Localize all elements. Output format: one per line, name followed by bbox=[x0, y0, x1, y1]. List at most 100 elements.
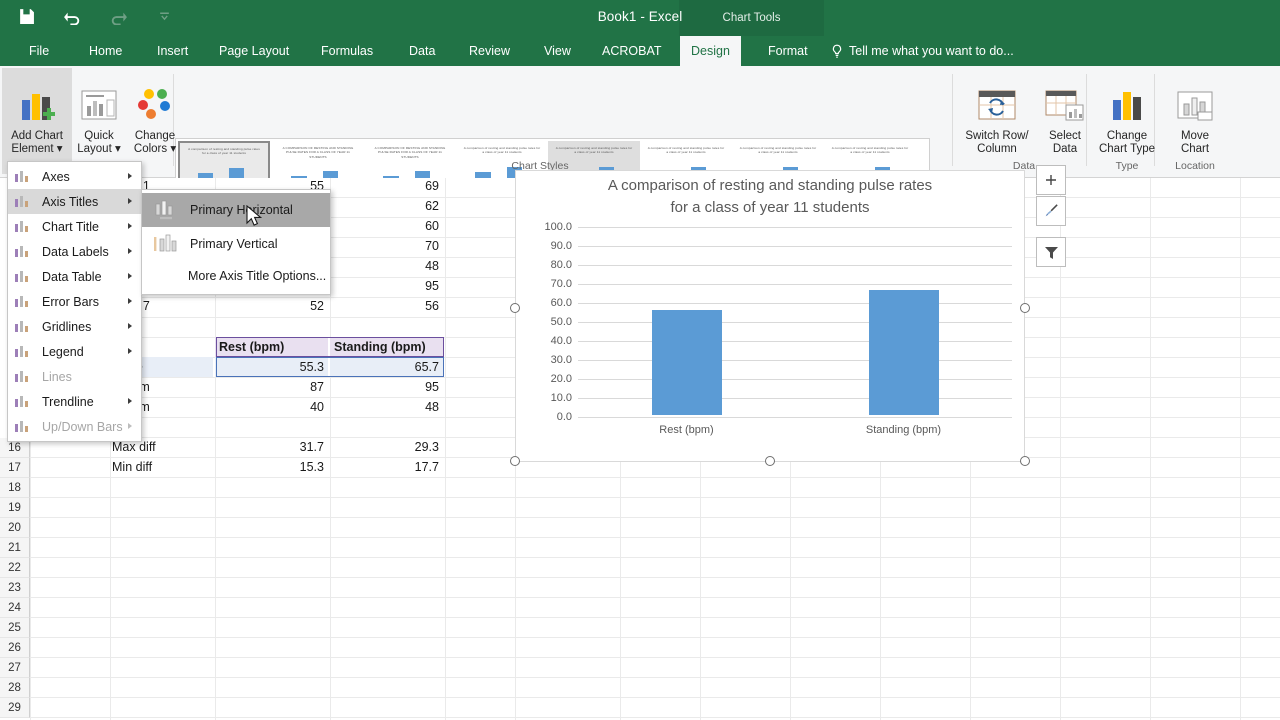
row-header-23[interactable]: 23 bbox=[0, 578, 30, 598]
submenu-chevron-right-icon bbox=[128, 298, 132, 304]
cell[interactable]: 69 bbox=[330, 178, 443, 196]
add-chart-element-button[interactable]: Add Chart Element ▾ bbox=[2, 68, 72, 174]
x-axis-category-label: Standing (bpm) bbox=[865, 424, 942, 436]
row-header-18[interactable]: 18 bbox=[0, 478, 30, 498]
cell[interactable]: 56 bbox=[330, 296, 443, 316]
cell[interactable]: 62 bbox=[330, 196, 443, 216]
tab-insert[interactable]: Insert bbox=[146, 36, 199, 66]
submenu-chevron-right-icon bbox=[128, 173, 132, 179]
chart-filters-funnel-icon[interactable] bbox=[1036, 237, 1066, 267]
grid-row-line bbox=[30, 497, 1280, 498]
tab-acrobat[interactable]: ACROBAT bbox=[591, 36, 673, 66]
menu-item-gridlines[interactable]: Gridlines bbox=[8, 314, 141, 339]
row-header-28[interactable]: 28 bbox=[0, 678, 30, 698]
menu-item-label: Up/Down Bars bbox=[42, 419, 123, 434]
move-chart-button[interactable]: Move Chart bbox=[1160, 68, 1230, 174]
chart-elements-button[interactable] bbox=[1036, 165, 1066, 195]
x-axis-category-label: Rest (bpm) bbox=[659, 424, 714, 436]
menu-item-axis-titles[interactable]: Axis Titles bbox=[8, 189, 141, 214]
cell[interactable]: 29.3 bbox=[330, 437, 443, 457]
change-colors-button-label-line1: Change bbox=[134, 130, 176, 142]
primary-horizontal-icon bbox=[150, 198, 184, 222]
chart-title-line-2: for a class of year 11 students bbox=[670, 199, 870, 216]
menu-item-label: Legend bbox=[42, 344, 84, 359]
cell[interactable]: 95 bbox=[330, 377, 443, 397]
tab-view[interactable]: View bbox=[533, 36, 582, 66]
menu-item-label: Gridlines bbox=[42, 319, 92, 334]
chart-handle-bottom-right[interactable] bbox=[1020, 456, 1030, 466]
menu-item-legend[interactable]: Legend bbox=[8, 339, 141, 364]
cell[interactable]: 95 bbox=[330, 276, 443, 296]
row-header-19[interactable]: 19 bbox=[0, 498, 30, 518]
row-header-17[interactable]: 17 bbox=[0, 458, 30, 478]
chart-styles-paintbrush-icon[interactable] bbox=[1036, 196, 1066, 226]
chart-gridline bbox=[578, 227, 1012, 228]
tab-home[interactable]: Home bbox=[78, 36, 133, 66]
tab-formulas[interactable]: Formulas bbox=[310, 36, 384, 66]
row-header-21[interactable]: 21 bbox=[0, 538, 30, 558]
axis-titles-submenu[interactable]: Primary Horizontal Primary Vertical More A… bbox=[141, 189, 331, 295]
row-header-27[interactable]: 27 bbox=[0, 658, 30, 678]
chart-handle-bottom-center[interactable] bbox=[765, 456, 775, 466]
chart-gridline bbox=[578, 360, 1012, 361]
chart-title[interactable]: A comparison of resting and standing pul… bbox=[516, 175, 1024, 219]
cell[interactable]: 31.7 bbox=[215, 437, 328, 457]
move-chart-icon bbox=[1174, 74, 1216, 126]
tab-design[interactable]: Design bbox=[680, 36, 741, 66]
chart-handle-bottom-left[interactable] bbox=[510, 456, 520, 466]
row-header-22[interactable]: 22 bbox=[0, 558, 30, 578]
tab-page-layout[interactable]: Page Layout bbox=[208, 36, 300, 66]
row-header-24[interactable]: 24 bbox=[0, 598, 30, 618]
chart-style-thumbnail-caption: A COMPARISON OF RESTING AND STANDING PUL… bbox=[374, 146, 446, 159]
submenu-item-primary-horizontal[interactable]: Primary Horizontal bbox=[142, 193, 330, 227]
chart-handle-left-middle[interactable] bbox=[510, 303, 520, 313]
row-header-20[interactable]: 20 bbox=[0, 518, 30, 538]
cell[interactable]: 60 bbox=[330, 216, 443, 236]
chart-bar[interactable] bbox=[868, 290, 939, 415]
chart-gridline bbox=[578, 379, 1012, 380]
submenu-item-more-axis-title-options[interactable]: More Axis Title Options... bbox=[142, 261, 330, 291]
cell[interactable]: 52 bbox=[215, 296, 328, 316]
chart-bar[interactable] bbox=[651, 309, 722, 415]
chart-style-thumbnail-caption: A comparison of resting and standing pul… bbox=[188, 147, 260, 156]
cell[interactable]: 48 bbox=[330, 397, 443, 417]
cell[interactable]: 48 bbox=[330, 256, 443, 276]
row-header-29[interactable]: 29 bbox=[0, 698, 30, 718]
tab-format[interactable]: Format bbox=[757, 36, 819, 66]
menu-item-trendline[interactable]: Trendline bbox=[8, 389, 141, 414]
select-data-button[interactable]: Select Data bbox=[1030, 68, 1100, 174]
menu-item-axes[interactable]: Axes bbox=[8, 164, 141, 189]
switch-row-column-button[interactable]: Switch Row/Column bbox=[962, 68, 1032, 174]
tell-me-search[interactable]: Tell me what you want to do... bbox=[820, 36, 1025, 66]
cell[interactable]: 70 bbox=[330, 236, 443, 256]
row-header-26[interactable]: 26 bbox=[0, 638, 30, 658]
menu-item-lines: Lines bbox=[8, 364, 141, 389]
change-chart-type-button[interactable]: Change Chart Type bbox=[1092, 68, 1162, 174]
cell[interactable]: 87 bbox=[215, 377, 328, 397]
tab-data[interactable]: Data bbox=[398, 36, 446, 66]
y-axis-tick-label: 50.0 bbox=[550, 316, 572, 328]
menu-item-label: Chart Title bbox=[42, 219, 99, 234]
cell[interactable]: 40 bbox=[215, 397, 328, 417]
legend-icon bbox=[14, 344, 36, 360]
tab-review[interactable]: Review bbox=[458, 36, 521, 66]
menu-item-data-labels[interactable]: Data Labels bbox=[8, 239, 141, 264]
grid-row-line bbox=[30, 597, 1280, 598]
grid-row-line bbox=[30, 477, 1280, 478]
chart-handle-right-middle[interactable] bbox=[1020, 303, 1030, 313]
chart-plot-area[interactable]: 100.0 90.0 80.0 70.0 60.0 50.0 40.0 30.0 20.0 10.… bbox=[544, 221, 1012, 436]
tab-file[interactable]: File bbox=[18, 36, 60, 66]
change-colors-button[interactable]: Change Colors ▾ bbox=[120, 68, 190, 174]
add-chart-element-menu[interactable]: Axes Axis Titles Chart Title Data Labels Dat… bbox=[7, 161, 142, 442]
submenu-item-primary-vertical[interactable]: Primary Vertical bbox=[142, 227, 330, 261]
quick-layout-button-label-line1: Quick bbox=[84, 130, 114, 142]
menu-item-data-table[interactable]: Data Table bbox=[8, 264, 141, 289]
cell[interactable]: 15.3 bbox=[215, 457, 328, 477]
cell[interactable]: Min diff bbox=[108, 457, 213, 477]
row-header-25[interactable]: 25 bbox=[0, 618, 30, 638]
cell[interactable]: 17.7 bbox=[330, 457, 443, 477]
menu-item-chart-title[interactable]: Chart Title bbox=[8, 214, 141, 239]
chart-object[interactable]: A comparison of resting and standing pul… bbox=[515, 170, 1025, 462]
axis-titles-icon bbox=[14, 194, 36, 210]
menu-item-error-bars[interactable]: Error Bars bbox=[8, 289, 141, 314]
